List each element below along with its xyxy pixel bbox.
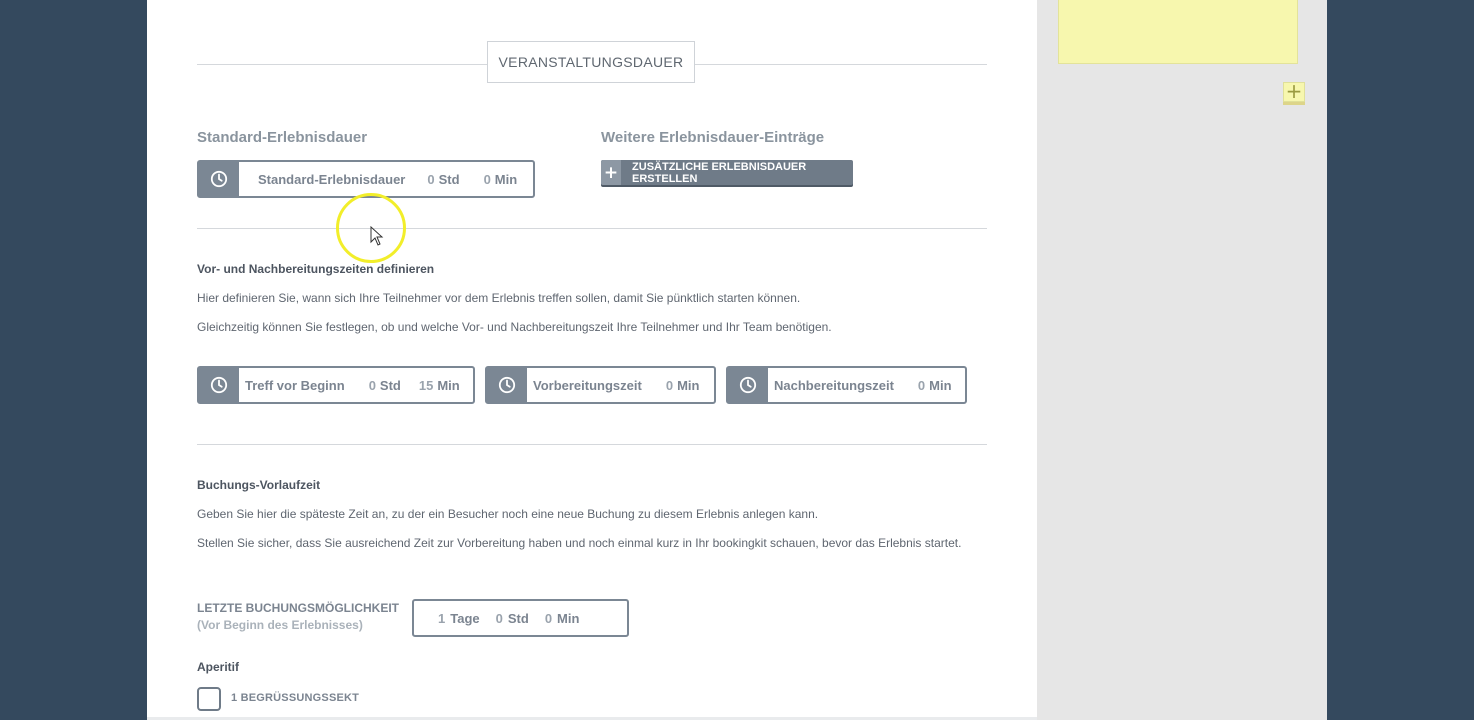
standard-std-value[interactable]: 0 [427, 172, 434, 187]
nach-label: Nachbereitungszeit [774, 377, 894, 393]
booking-text-2: Stellen Sie sicher, dass Sie ausreichend… [197, 536, 962, 550]
tage-value[interactable]: 1 [438, 611, 445, 626]
begruessungssekt-label: 1 BEGRÜSSUNGSSEKT [231, 692, 360, 704]
treff-min-unit: Min [437, 377, 460, 393]
booking-min-value[interactable]: 0 [545, 611, 552, 626]
booking-heading: Buchungs-Vorlaufzeit [197, 478, 321, 492]
section-title: VERANSTALTUNGSDAUER [487, 41, 695, 83]
booking-std-unit: Std [507, 610, 529, 626]
treff-std-value[interactable]: 0 [369, 378, 376, 393]
standard-std-unit: Std [438, 171, 460, 187]
booking-text-1: Geben Sie hier die späteste Zeit an, zu … [197, 507, 819, 521]
standard-min-unit: Min [494, 171, 518, 187]
standard-duration-label: Standard-Erlebnisdauer [258, 171, 406, 187]
treff-min-value[interactable]: 15 [419, 378, 433, 393]
clock-icon [199, 162, 239, 196]
clock-icon [728, 368, 768, 402]
weitere-heading: Weitere Erlebnisdauer-Einträge [601, 129, 825, 146]
vorbereitungszeit-field[interactable]: Vorbereitungszeit 0 Min [485, 366, 716, 404]
booking-min-unit: Min [557, 610, 580, 626]
add-note-button[interactable]: + [1283, 81, 1305, 105]
last-booking-field[interactable]: 1 Tage 0 Std 0 Min [412, 599, 629, 637]
clock-icon [199, 368, 239, 402]
standard-heading: Standard-Erlebnisdauer [197, 129, 368, 146]
sticky-note[interactable] [1058, 0, 1298, 64]
plus-icon: + [601, 160, 622, 185]
vor-min-value[interactable]: 0 [666, 378, 673, 393]
mouse-cursor-icon [370, 226, 384, 246]
main-content: VERANSTALTUNGSDAUER Standard-Erlebnisdau… [147, 0, 1037, 720]
add-duration-label: ZUSÄTZLICHE ERLEBNISDAUER ERSTELLEN [632, 160, 807, 185]
aperitif-heading: Aperitif [197, 660, 239, 674]
booking-std-value[interactable]: 0 [496, 611, 503, 626]
treff-label: Treff vor Beginn [245, 377, 345, 393]
prep-text-1: Hier definieren Sie, wann sich Ihre Teil… [197, 291, 801, 305]
nach-min-unit: Min [929, 377, 952, 393]
treff-std-unit: Std [379, 377, 401, 393]
clock-icon [487, 368, 527, 402]
treff-vor-beginn-field[interactable]: Treff vor Beginn 0 Std 15 Min [197, 366, 475, 404]
last-booking-subtitle: (Vor Beginn des Erlebnisses) [197, 618, 363, 632]
add-duration-button[interactable]: + ZUSÄTZLICHE ERLEBNISDAUER ERSTELLEN [601, 160, 853, 185]
prep-heading: Vor- und Nachbereitungszeiten definieren [197, 262, 435, 276]
tage-unit: Tage [450, 610, 480, 626]
standard-min-value[interactable]: 0 [484, 172, 491, 187]
last-booking-label: LETZTE BUCHUNGSMÖGLICHKEIT (Vor Beginn d… [197, 600, 399, 634]
nach-min-value[interactable]: 0 [918, 378, 925, 393]
notes-sidebar: + [1037, 0, 1327, 720]
begruessungssekt-checkbox[interactable] [197, 687, 221, 711]
vor-min-unit: Min [677, 377, 700, 393]
divider [197, 228, 987, 229]
prep-text-2: Gleichzeitig können Sie festlegen, ob un… [197, 320, 832, 334]
nachbereitungszeit-field[interactable]: Nachbereitungszeit 0 Min [726, 366, 967, 404]
divider [197, 444, 987, 445]
vor-label: Vorbereitungszeit [533, 377, 642, 393]
last-booking-title: LETZTE BUCHUNGSMÖGLICHKEIT [197, 601, 399, 615]
